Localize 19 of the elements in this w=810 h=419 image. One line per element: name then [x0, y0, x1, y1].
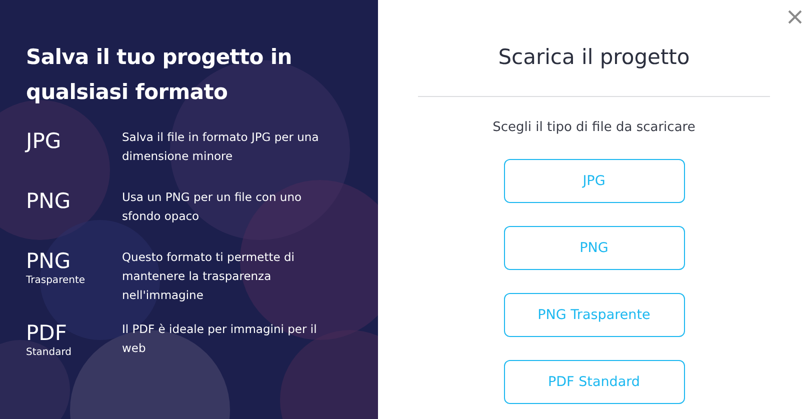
format-button[interactable]: PDF Standard	[504, 360, 684, 404]
format-button[interactable]: JPG	[504, 159, 684, 203]
format-name: JPG	[26, 128, 62, 154]
dialog-title: Scarica il progetto	[498, 44, 690, 71]
format-description: Il PDF è ideale per immagini per il web	[122, 321, 318, 357]
dialog-subtitle: Scegli il tipo di file da scaricare	[492, 119, 696, 137]
format-description: Usa un PNG per un file con uno sfondo opaco	[122, 189, 303, 225]
format-button[interactable]: PNG Trasparente	[504, 293, 684, 337]
format-description: Salva il file in formato JPG per una dimensione minore	[122, 129, 320, 165]
format-name: PDF	[26, 320, 67, 346]
panel-title: Salva il tuo progetto in qualsiasi formato	[26, 44, 293, 106]
close-button[interactable]	[788, 10, 802, 24]
format-variant: Trasparente	[26, 274, 86, 288]
close-icon	[788, 10, 802, 24]
format-button[interactable]: PNG	[504, 226, 684, 270]
format-name: PNG	[26, 248, 71, 274]
format-description: Questo formato ti permette di mantenere la trasparenza nell'immagine	[122, 249, 296, 304]
format-variant: Standard	[26, 346, 72, 360]
format-name: PNG	[26, 188, 71, 214]
